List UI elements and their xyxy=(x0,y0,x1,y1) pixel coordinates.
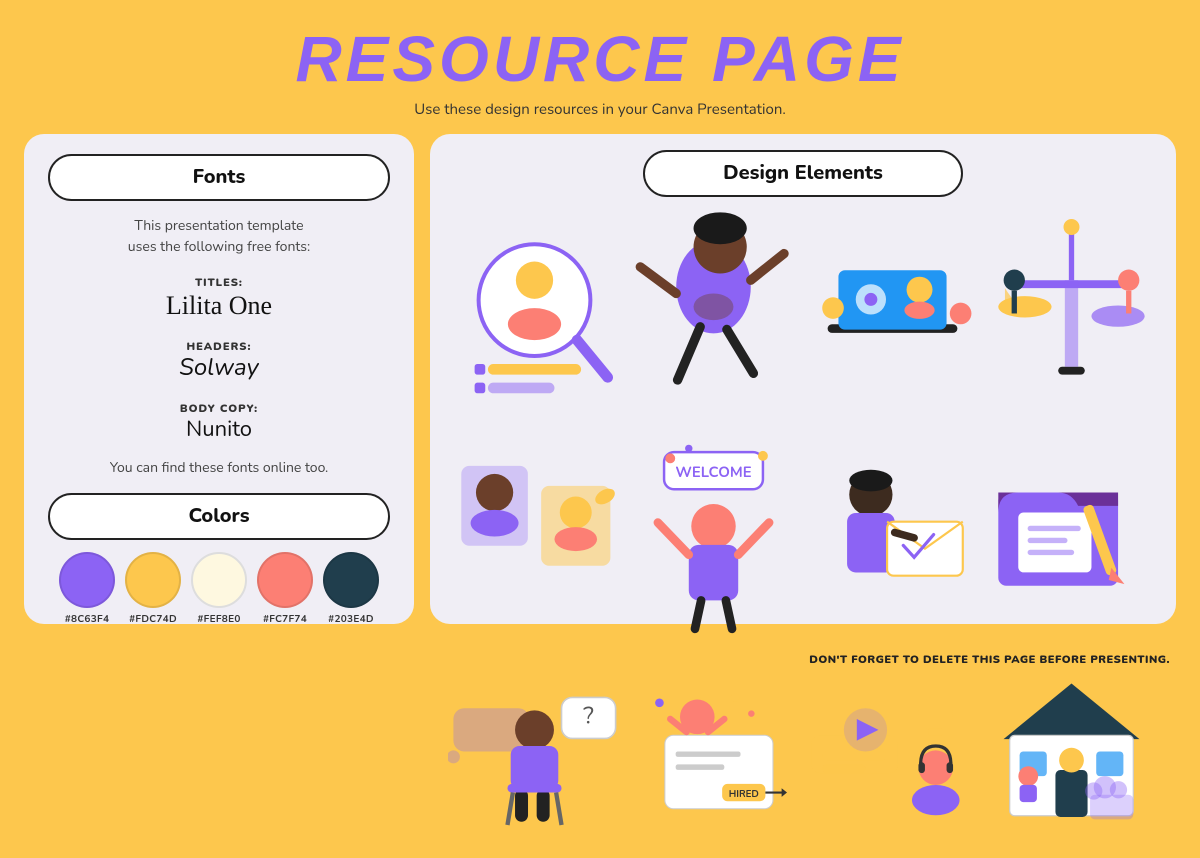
font-headers: HEADERS: Solway xyxy=(48,339,390,383)
illus-dancing-person xyxy=(627,207,800,420)
illus-letter xyxy=(806,426,979,639)
font-titles-value: Lilita One xyxy=(48,290,390,321)
footer-note: DON'T FORGET TO DELETE THIS PAGE BEFORE … xyxy=(809,652,1170,667)
illus-scale xyxy=(985,207,1158,420)
color-swatches: #8C63F4 #FDC74D #FEF8E0 #FC7F74 #203E4D xyxy=(48,552,390,626)
illus-search-person xyxy=(448,207,621,420)
design-elements-header: Design Elements xyxy=(643,150,963,197)
swatch-label-coral: #FC7F74 xyxy=(263,612,307,626)
illus-house-svg xyxy=(985,645,1158,858)
fonts-description: This presentation templateuses the follo… xyxy=(48,215,390,257)
page-subtitle: Use these design resources in your Canva… xyxy=(0,100,1200,120)
swatch-label-yellow: #FDC74D xyxy=(129,612,177,626)
illus-scale-svg xyxy=(985,207,1158,420)
font-headers-value: Solway xyxy=(48,354,390,383)
swatch-circle-purple xyxy=(59,552,115,608)
colors-header: Colors xyxy=(48,493,390,540)
fonts-header: Fonts xyxy=(48,154,390,201)
swatch-label-cream: #FEF8E0 xyxy=(197,612,240,626)
font-titles-label: TITLES: xyxy=(48,275,390,290)
svg-text:?: ? xyxy=(583,700,594,732)
illus-podcast-svg xyxy=(806,645,979,858)
swatch-yellow: #FDC74D xyxy=(125,552,181,626)
right-panel-header: Design Elements xyxy=(448,150,1158,197)
illus-video-people-svg xyxy=(448,426,621,639)
swatch-label-purple: #8C63F4 xyxy=(65,612,110,626)
swatch-circle-yellow xyxy=(125,552,181,608)
swatch-cream: #FEF8E0 xyxy=(191,552,247,626)
right-panel: Design Elements xyxy=(430,134,1176,624)
swatch-circle-coral xyxy=(257,552,313,608)
illus-video-people xyxy=(448,426,621,639)
illus-chat-person: ? xyxy=(448,645,621,858)
font-titles: TITLES: Lilita One xyxy=(48,275,390,321)
swatch-circle-cream xyxy=(191,552,247,608)
swatch-label-navy: #203E4D xyxy=(328,612,374,626)
illus-letter-svg xyxy=(806,426,979,639)
swatch-navy: #203E4D xyxy=(323,552,379,626)
swatch-circle-navy xyxy=(323,552,379,608)
colors-section: Colors #8C63F4 #FDC74D #FEF8E0 #FC7F74 xyxy=(48,493,390,626)
swatch-coral: #FC7F74 xyxy=(257,552,313,626)
illus-hired-svg: HIRED xyxy=(627,645,800,858)
illus-folder xyxy=(985,426,1158,639)
illus-laptop xyxy=(806,207,979,420)
fonts-note: You can find these fonts online too. xyxy=(48,458,390,477)
illus-hired: HIRED xyxy=(627,645,800,858)
font-body: BODY COPY: Nunito xyxy=(48,401,390,442)
left-panel: Fonts This presentation templateuses the… xyxy=(24,134,414,624)
illus-welcome-svg: WELCOME xyxy=(627,426,800,639)
illus-search-person-svg xyxy=(448,207,621,420)
illus-house xyxy=(985,645,1158,858)
design-elements-grid: WELCOME xyxy=(448,207,1158,858)
illus-dancing-svg xyxy=(627,207,800,420)
illus-chat-svg: ? xyxy=(448,645,621,858)
illus-folder-svg xyxy=(985,426,1158,639)
swatch-purple: #8C63F4 xyxy=(59,552,115,626)
font-body-value: Nunito xyxy=(48,416,390,442)
illus-video-podcast xyxy=(806,645,979,858)
svg-text:HIRED: HIRED xyxy=(729,788,759,801)
illus-laptop-svg xyxy=(806,207,979,420)
svg-text:WELCOME: WELCOME xyxy=(675,463,751,483)
main-content: Fonts This presentation templateuses the… xyxy=(0,134,1200,624)
illus-welcome: WELCOME xyxy=(627,426,800,639)
page-title: RESOURCE PAGE xyxy=(0,0,1200,96)
